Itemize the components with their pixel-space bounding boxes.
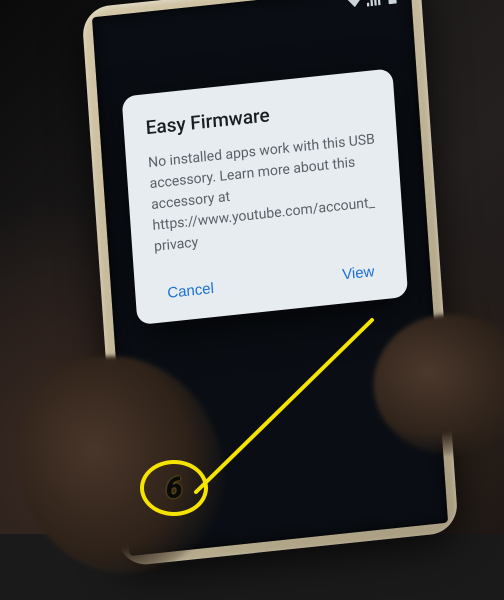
dialog-message: No installed apps work with this USB acc… bbox=[148, 129, 382, 258]
battery-icon bbox=[385, 0, 400, 5]
dialog-actions: Cancel View bbox=[156, 256, 385, 309]
step-number: 6 bbox=[166, 471, 183, 506]
cancel-button[interactable]: Cancel bbox=[158, 273, 222, 308]
status-bar bbox=[347, 0, 400, 9]
usb-accessory-dialog: Easy Firmware No installed apps work wit… bbox=[122, 68, 409, 325]
signal-icon bbox=[366, 0, 381, 7]
step-badge: 6 bbox=[140, 460, 208, 516]
view-button[interactable]: View bbox=[333, 256, 383, 290]
wifi-icon bbox=[347, 0, 362, 9]
